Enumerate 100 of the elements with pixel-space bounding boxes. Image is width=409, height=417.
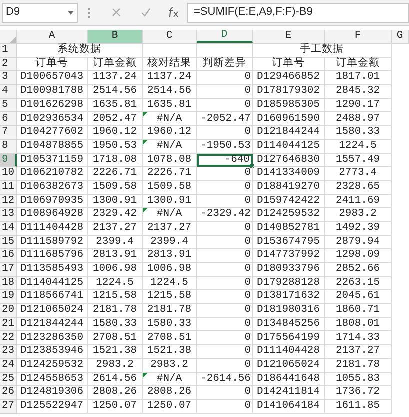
table-cell: 1006.98	[88, 263, 143, 277]
table-cell: 1055.83	[325, 372, 392, 386]
row-header[interactable]: 13	[0, 208, 17, 222]
table-cell: 2137.27	[143, 222, 197, 236]
table-cell: 1290.17	[325, 98, 392, 112]
table-cell: #N/A	[143, 208, 197, 222]
table-cell: 1950.53	[88, 140, 143, 154]
table-cell: 1137.24	[88, 71, 143, 86]
table-cell: 2808.26	[88, 386, 143, 400]
row-header[interactable]: 15	[0, 236, 17, 250]
dropdown-caret-icon	[68, 10, 74, 14]
name-box[interactable]: D9	[2, 2, 78, 22]
row-header[interactable]: 22	[0, 331, 17, 346]
table-cell: 2399.4	[88, 236, 143, 250]
drag-handle-icon[interactable]	[88, 8, 90, 18]
row-header[interactable]: 18	[0, 276, 17, 290]
table-cell: 1960.12	[143, 126, 197, 140]
table-cell: 1580.33	[143, 318, 197, 332]
error-indicator-icon	[143, 112, 148, 118]
table-cell: D124819306	[17, 386, 88, 400]
column-header[interactable]: F	[325, 30, 392, 43]
table-cell: 2181.78	[325, 358, 392, 372]
column-header[interactable]: B	[88, 30, 143, 43]
column-header[interactable]: G	[392, 30, 409, 43]
row-header[interactable]: 5	[0, 98, 17, 112]
table-cell: D111404428	[253, 345, 325, 359]
table-cell: D125522947	[17, 400, 88, 414]
table-cell: 1298.09	[325, 249, 392, 263]
row-header[interactable]: 2	[0, 58, 17, 72]
row-header[interactable]: 9	[0, 154, 17, 168]
table-cell: 1736.72	[325, 386, 392, 400]
table-cell: D141064184	[253, 400, 325, 414]
row-header[interactable]: 6	[0, 112, 17, 126]
table-cell: 0	[197, 126, 253, 140]
row-header[interactable]: 19	[0, 290, 17, 304]
table-cell: 1006.98	[143, 263, 197, 277]
table-cell: 1224.5	[325, 140, 392, 154]
table-cell: 2708.51	[143, 331, 197, 346]
table-cell: 2329.42	[88, 208, 143, 222]
error-indicator-icon	[143, 140, 148, 145]
formula-field[interactable]: =SUMIF(E:E,A9,F:F)-B9	[187, 2, 409, 22]
table-cell: 0	[197, 400, 253, 414]
table-cell: D142411814	[253, 386, 325, 400]
row-header[interactable]: 16	[0, 249, 17, 263]
table-cell: D188419270	[253, 180, 325, 195]
table-cell: 0	[197, 194, 253, 208]
table-cell: 订单金额	[325, 58, 392, 72]
table-cell: D129466852	[253, 71, 325, 86]
table-cell: 1509.58	[143, 180, 197, 195]
row-header[interactable]: 24	[0, 358, 17, 372]
table-cell: D175564199	[253, 331, 325, 346]
cancel-icon[interactable]	[112, 8, 121, 17]
table-cell: D159742422	[253, 194, 325, 208]
table-cell: D114044125	[253, 140, 325, 154]
row-header[interactable]: 17	[0, 263, 17, 277]
checkmark-icon[interactable]	[141, 8, 151, 17]
row-header[interactable]: 8	[0, 140, 17, 154]
table-cell: 2328.65	[325, 180, 392, 195]
row-header[interactable]: 27	[0, 400, 17, 414]
row-header[interactable]: 4	[0, 85, 17, 99]
table-cell: 1557.49	[325, 154, 392, 168]
table-cell: D111404428	[17, 222, 88, 236]
table-cell: 1300.91	[143, 194, 197, 208]
table-cell: D106210782	[17, 167, 88, 181]
row-header[interactable]: 12	[0, 194, 17, 208]
column-header[interactable]: D	[197, 30, 253, 43]
table-cell: 2708.51	[88, 331, 143, 346]
row-header[interactable]: 10	[0, 167, 17, 181]
row-header[interactable]: 20	[0, 304, 17, 318]
row-header[interactable]: 25	[0, 372, 17, 386]
table-cell: 0	[197, 180, 253, 195]
table-cell: D121844244	[17, 318, 88, 332]
table-cell: 0	[197, 290, 253, 304]
table-cell: 2808.26	[143, 386, 197, 400]
function-icon[interactable]	[167, 7, 179, 18]
column-header[interactable]: E	[253, 30, 325, 43]
row-header[interactable]: 1	[0, 44, 17, 58]
table-cell: 1521.38	[88, 345, 143, 359]
table-cell: 2181.78	[143, 304, 197, 318]
table-cell: D121065024	[17, 304, 88, 318]
table-cell: D104277602	[17, 126, 88, 140]
row-header[interactable]: 3	[0, 71, 17, 86]
table-cell: D124259532	[253, 208, 325, 222]
table-cell: 0	[197, 276, 253, 290]
row-header[interactable]: 23	[0, 345, 17, 359]
row-header[interactable]: 7	[0, 126, 17, 140]
table-cell: D121844244	[253, 126, 325, 140]
table-cell: 2983.2	[325, 208, 392, 222]
column-header[interactable]: C	[143, 30, 197, 43]
table-cell: D160961590	[253, 112, 325, 126]
table-cell: 核对结果	[143, 58, 197, 72]
row-header[interactable]: 21	[0, 318, 17, 332]
table-cell: 0	[197, 331, 253, 346]
table-cell: 1580.33	[325, 126, 392, 140]
row-header[interactable]: 14	[0, 222, 17, 236]
table-cell: 2514.56	[143, 85, 197, 99]
table-cell: D185985305	[253, 98, 325, 112]
table-cell: 1224.5	[88, 276, 143, 290]
row-header[interactable]: 11	[0, 180, 17, 195]
row-header[interactable]: 26	[0, 386, 17, 400]
